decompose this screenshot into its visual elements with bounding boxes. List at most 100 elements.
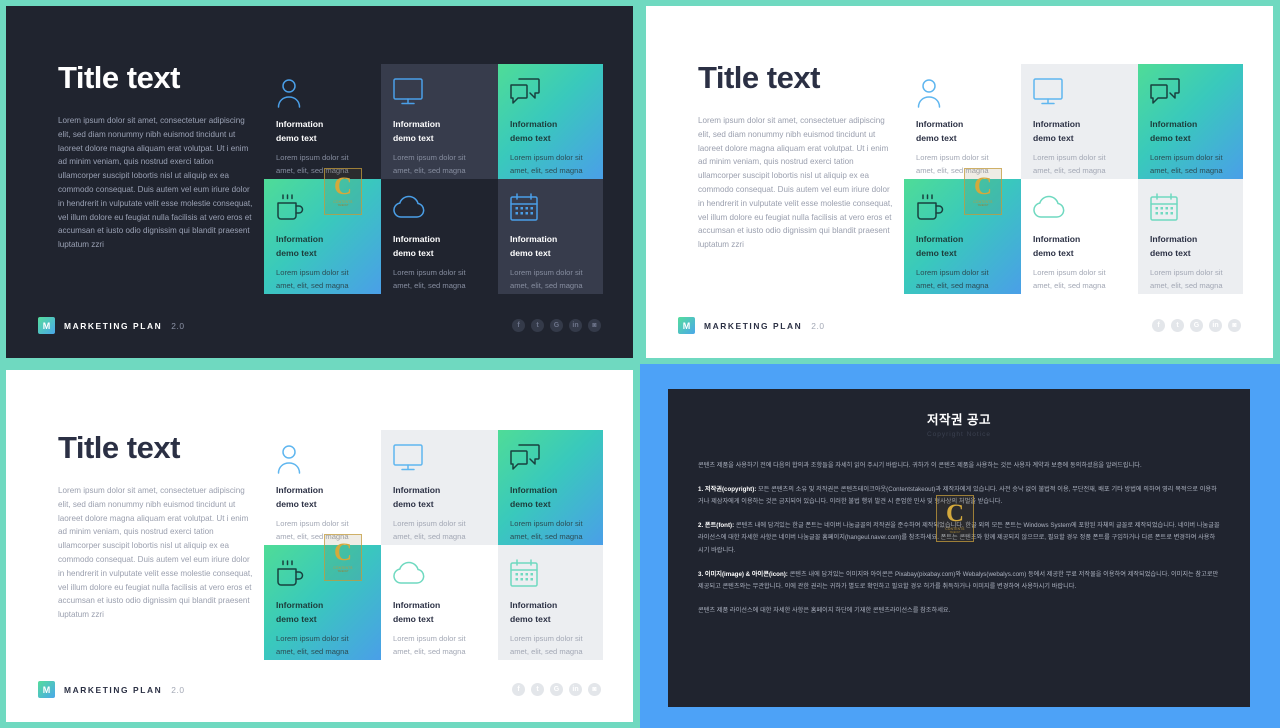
info-card[interactable]: Information demo text Lorem ipsum dolor si… xyxy=(1138,64,1243,179)
card-description: Lorem ipsum dolor sit amet, elit, sed mag… xyxy=(510,153,583,176)
card-grid: Information demo text Lorem ipsum dolor si… xyxy=(264,64,603,294)
user-icon xyxy=(276,78,369,112)
card-title: Information demo text xyxy=(916,119,964,143)
info-card[interactable]: Information demo text Lorem ipsum dolor si… xyxy=(498,64,603,179)
card-title: Information demo text xyxy=(916,234,964,258)
left-column: Title text Lorem ipsum dolor sit amet, c… xyxy=(698,62,893,252)
cloud-icon xyxy=(393,193,486,227)
brand-name: MARKETING PLAN xyxy=(704,320,803,331)
card-title: Information demo text xyxy=(393,234,441,258)
watermark-line2: TAKEOUT xyxy=(949,531,961,535)
card-description: Lorem ipsum dolor sit amet, elit, sed mag… xyxy=(393,519,466,542)
left-column: Title text Lorem ipsum dolor sit amet, c… xyxy=(58,432,253,622)
info-card[interactable]: Information demo text Lorem ipsum dolor si… xyxy=(381,430,498,545)
chat-icon xyxy=(510,78,591,112)
quadrant-light-slide-b: Title text Lorem ipsum dolor sit amet, c… xyxy=(0,364,640,728)
card-title: Information demo text xyxy=(276,119,324,143)
linkedin-icon[interactable]: in xyxy=(569,683,582,696)
monitor-icon xyxy=(1033,78,1126,112)
googleplus-icon[interactable]: G xyxy=(1190,319,1203,332)
calendar-icon xyxy=(510,559,591,593)
chat-icon xyxy=(510,444,591,478)
calendar-icon xyxy=(1150,193,1231,227)
linkedin-icon[interactable]: in xyxy=(1209,319,1222,332)
card-title: Information demo text xyxy=(276,600,324,624)
facebook-icon[interactable]: f xyxy=(512,683,525,696)
user-icon xyxy=(276,444,369,478)
slide-footer: M MARKETING PLAN 2.0 f t Gin ◙ xyxy=(678,317,1241,334)
info-card[interactable]: Information demo text Lorem ipsum dolor si… xyxy=(904,179,1021,294)
contentstakeout-watermark: C CONTENTS TAKEOUT xyxy=(936,495,974,542)
card-title: Information demo text xyxy=(393,600,441,624)
body-paragraph: Lorem ipsum dolor sit amet, consectetuer… xyxy=(58,116,253,250)
body-paragraph: Lorem ipsum dolor sit amet, consectetuer… xyxy=(58,486,253,620)
info-card[interactable]: Information demo text Lorem ipsum dolor si… xyxy=(904,64,1021,179)
info-card[interactable]: Information demo text Lorem ipsum dolor si… xyxy=(264,430,381,545)
slide-deck-preview: Title text Lorem ipsum dolor sit amet, c… xyxy=(0,0,1280,728)
card-title: Information demo text xyxy=(1150,119,1198,143)
chat-icon xyxy=(1150,78,1231,112)
brand: M MARKETING PLAN 2.0 xyxy=(38,317,185,334)
copyright-subtitle: Copyright Notice xyxy=(926,431,992,438)
copyright-title: 저작권 공고 xyxy=(927,413,991,427)
info-card[interactable]: Information demo text Lorem ipsum dolor si… xyxy=(381,545,498,660)
facebook-icon[interactable]: f xyxy=(512,319,525,332)
social-links: f t Gin ◙ xyxy=(512,319,601,332)
card-description: Lorem ipsum dolor sit amet, elit, sed mag… xyxy=(276,268,349,291)
info-card[interactable]: Information demo text Lorem ipsum dolor si… xyxy=(498,179,603,294)
slide-light-b: Title text Lorem ipsum dolor sit amet, c… xyxy=(6,370,633,722)
card-description: Lorem ipsum dolor sit amet, elit, sed mag… xyxy=(393,268,466,291)
card-title: Information demo text xyxy=(393,485,441,509)
instagram-icon[interactable]: ◙ xyxy=(588,319,601,332)
info-card[interactable]: Information demo text Lorem ipsum dolor si… xyxy=(264,64,381,179)
info-card[interactable]: Information demo text Lorem ipsum dolor si… xyxy=(498,545,603,660)
watermark-line2: TAKEOUT xyxy=(337,570,349,574)
card-title: Information demo text xyxy=(1033,119,1081,143)
quadrant-light-slide-a: Title text Lorem ipsum dolor sit amet, c… xyxy=(640,0,1280,364)
card-grid: Information demo text Lorem ipsum dolor si… xyxy=(264,430,603,660)
info-card[interactable]: Information demo text Lorem ipsum dolor si… xyxy=(1138,179,1243,294)
info-card[interactable]: Information demo text Lorem ipsum dolor si… xyxy=(1021,179,1138,294)
brand: M MARKETING PLAN 2.0 xyxy=(38,681,185,698)
social-links: f t Gin ◙ xyxy=(512,683,601,696)
linkedin-icon[interactable]: in xyxy=(569,319,582,332)
instagram-icon[interactable]: ◙ xyxy=(1228,319,1241,332)
card-title: Information demo text xyxy=(510,119,558,143)
card-title: Information demo text xyxy=(510,485,558,509)
info-card[interactable]: Information demo text Lorem ipsum dolor si… xyxy=(264,545,381,660)
card-description: Lorem ipsum dolor sit amet, elit, sed mag… xyxy=(393,153,466,176)
card-description: Lorem ipsum dolor sit amet, elit, sed mag… xyxy=(1033,153,1106,176)
left-column: Title text Lorem ipsum dolor sit amet, c… xyxy=(58,62,253,252)
facebook-icon[interactable]: f xyxy=(1152,319,1165,332)
instagram-icon[interactable]: ◙ xyxy=(588,683,601,696)
card-description: Lorem ipsum dolor sit amet, elit, sed mag… xyxy=(1033,268,1106,291)
card-title: Information demo text xyxy=(1033,234,1081,258)
twitter-icon[interactable]: t xyxy=(531,319,544,332)
calendar-icon xyxy=(510,193,591,227)
card-description: Lorem ipsum dolor sit amet, elit, sed mag… xyxy=(393,634,466,657)
card-title: Information demo text xyxy=(393,119,441,143)
info-card[interactable]: Information demo text Lorem ipsum dolor si… xyxy=(498,430,603,545)
info-card[interactable]: Information demo text Lorem ipsum dolor si… xyxy=(1021,64,1138,179)
copyright-paragraph: 콘텐츠 제품을 사용하기 전에 다음의 합의과 조항들을 자세히 읽어 주시기 … xyxy=(698,462,1142,469)
twitter-icon[interactable]: t xyxy=(531,683,544,696)
info-card[interactable]: Information demo text Lorem ipsum dolor si… xyxy=(381,179,498,294)
twitter-icon[interactable]: t xyxy=(1171,319,1184,332)
info-card[interactable]: Information demo text Lorem ipsum dolor si… xyxy=(381,64,498,179)
info-card[interactable]: Information demo text Lorem ipsum dolor si… xyxy=(264,179,381,294)
monitor-icon xyxy=(393,78,486,112)
page-title: Title text xyxy=(698,60,820,95)
brand-logo-badge: M xyxy=(38,317,55,334)
googleplus-icon[interactable]: G xyxy=(550,319,563,332)
googleplus-icon[interactable]: G xyxy=(550,683,563,696)
slide-footer: M MARKETING PLAN 2.0 f t Gin ◙ xyxy=(38,681,601,698)
copyright-paragraph: 콘텐츠 제품 라이선스에 대한 자세한 사항은 홈페이지 하단에 기재한 콘텐츠… xyxy=(698,606,951,614)
card-description: Lorem ipsum dolor sit amet, elit, sed mag… xyxy=(510,519,583,542)
card-description: Lorem ipsum dolor sit amet, elit, sed mag… xyxy=(510,634,583,657)
card-description: Lorem ipsum dolor sit amet, elit, sed mag… xyxy=(916,268,989,291)
card-title: Information demo text xyxy=(510,600,558,624)
monitor-icon xyxy=(393,444,486,478)
watermark-letter: C xyxy=(333,538,353,566)
brand-name: MARKETING PLAN xyxy=(64,320,163,331)
card-title: Information demo text xyxy=(1150,234,1198,258)
